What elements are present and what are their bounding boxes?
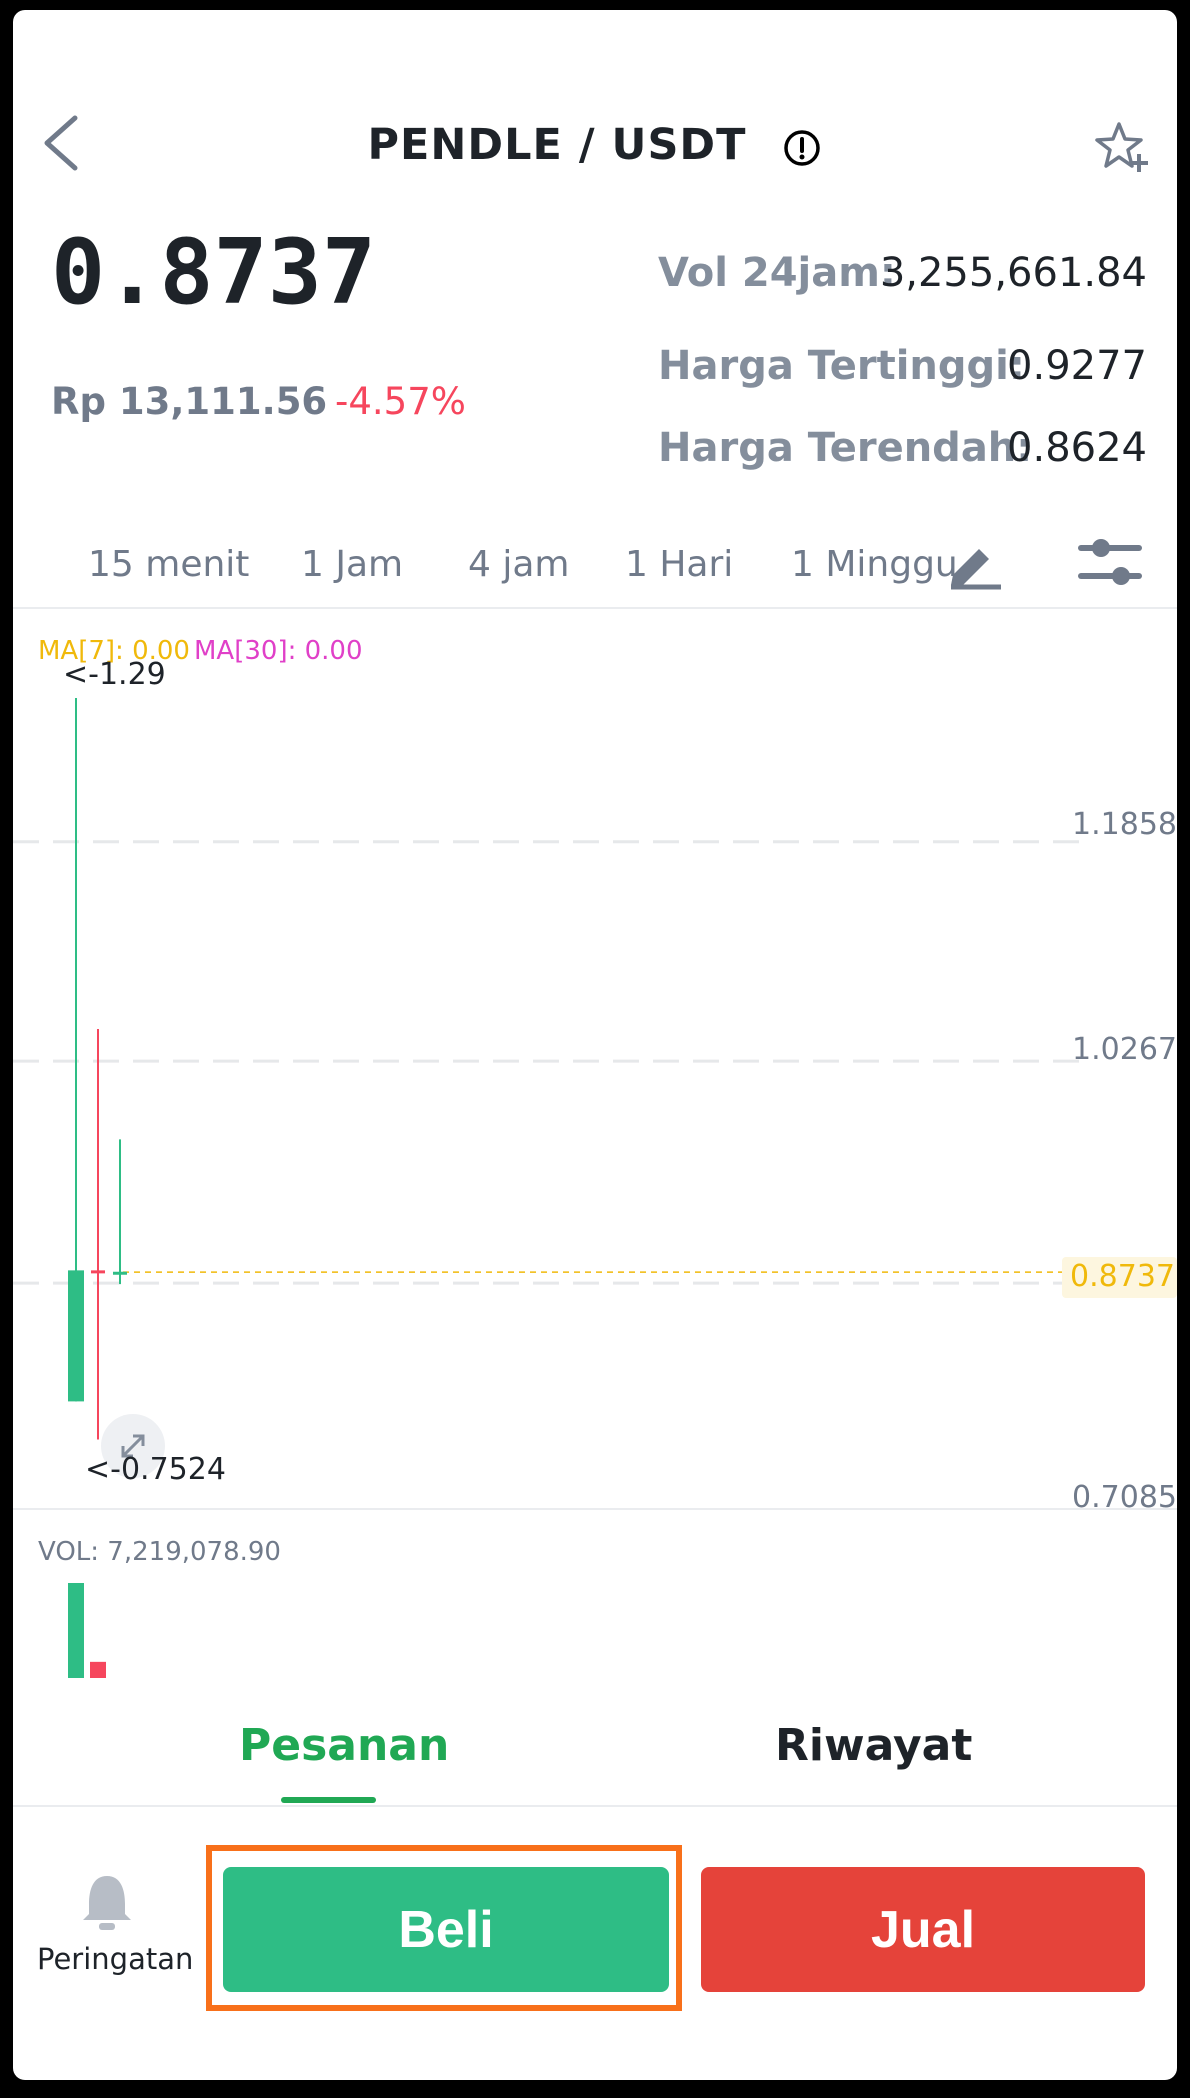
volume-divider <box>13 1508 1177 1510</box>
high-label: Harga Tertinggi: <box>658 343 1025 389</box>
volume-bar <box>68 1583 84 1678</box>
price-idr: Rp 13,111.56 <box>51 380 328 423</box>
axis-label-2: 1.0267 <box>1072 1032 1177 1067</box>
candle-body <box>68 1270 84 1402</box>
action-bar-divider <box>13 1805 1177 1807</box>
draw-pencil-icon[interactable] <box>943 535 1003 590</box>
current-price-label: 0.8737 <box>1062 1257 1177 1298</box>
change-percent: -4.57% <box>335 380 466 423</box>
tab-interval-1h[interactable]: 1 Jam <box>301 544 403 585</box>
chart-top-divider <box>13 607 1177 609</box>
bell-icon <box>83 1876 131 1930</box>
candle-body <box>113 1271 127 1275</box>
tab-interval-1w[interactable]: 1 Minggu <box>791 544 958 585</box>
vol-24h-label: Vol 24jam: <box>658 250 896 296</box>
low-value: 0.8624 <box>1007 425 1147 471</box>
tab-interval-15m[interactable]: 15 menit <box>88 544 249 585</box>
trading-screen: PENDLE / USDT 0.8737 Rp 13,111.56 -4.57%… <box>13 10 1177 2080</box>
alert-label: Peringatan <box>37 1942 194 1976</box>
pair-title: PENDLE / USDT <box>13 120 1177 170</box>
volume-bar <box>90 1661 106 1678</box>
candle-body <box>91 1270 105 1274</box>
high-value: 0.9277 <box>1007 343 1147 389</box>
alert-button[interactable]: Peringatan <box>37 1870 194 1976</box>
favorite-star-add-icon[interactable] <box>1093 118 1153 178</box>
buy-button[interactable]: Beli <box>223 1867 669 1992</box>
info-icon[interactable] <box>782 128 822 168</box>
volume-label: VOL: 7,219,078.90 <box>38 1537 281 1567</box>
axis-label-1: 1.1858 <box>1072 807 1177 842</box>
tab-interval-4h[interactable]: 4 jam <box>468 544 569 585</box>
volume-chart <box>68 1583 106 1678</box>
sell-button[interactable]: Jual <box>701 1867 1145 1992</box>
min-price-marker: <-0.7524 <box>85 1452 226 1487</box>
low-label: Harga Terendah: <box>658 425 1033 471</box>
tab-orders[interactable]: Pesanan <box>239 1720 449 1771</box>
vol-24h-value: 3,255,661.84 <box>879 250 1147 296</box>
active-tab-indicator <box>281 1797 376 1803</box>
last-price: 0.8737 <box>51 220 377 325</box>
tab-interval-1d[interactable]: 1 Hari <box>625 544 733 585</box>
settings-sliders-icon[interactable] <box>1075 530 1145 595</box>
candlestick-chart[interactable] <box>13 610 1177 1520</box>
tab-history[interactable]: Riwayat <box>775 1720 972 1771</box>
